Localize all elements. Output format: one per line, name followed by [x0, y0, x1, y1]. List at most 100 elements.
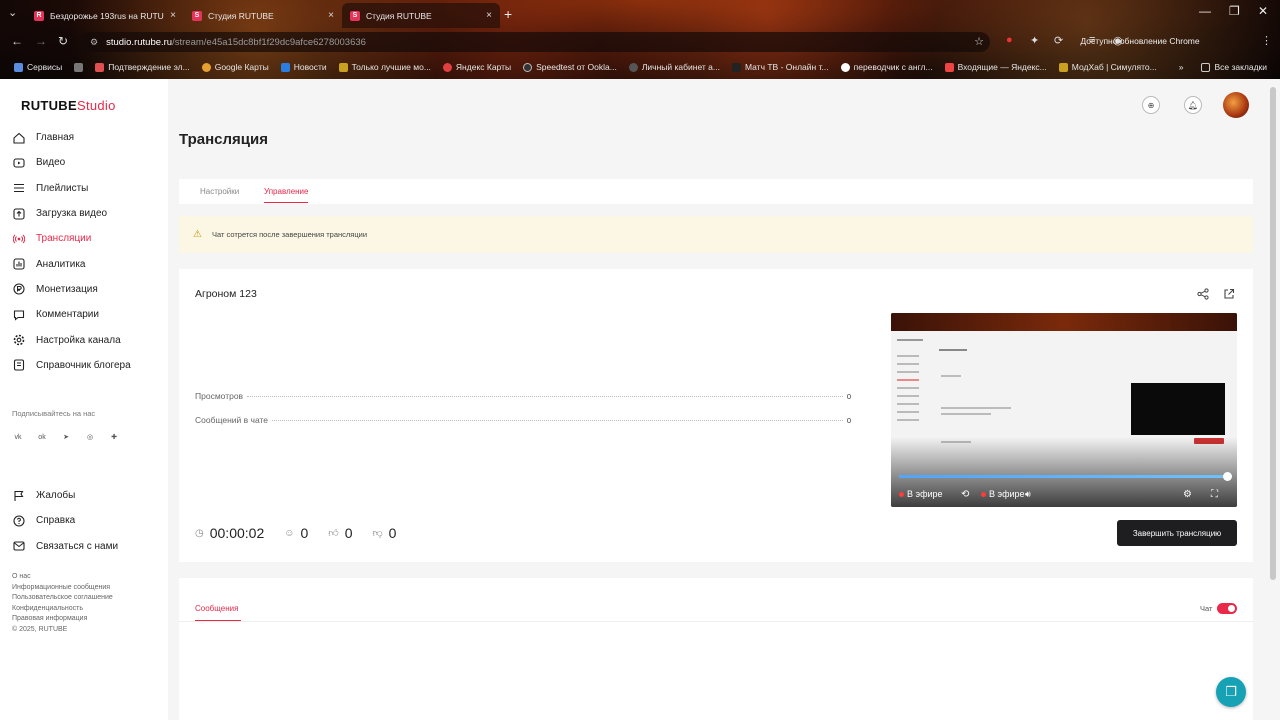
rutube-studio-logo[interactable]: RUTUBEStudio [21, 98, 116, 113]
bookmark-item[interactable]: Матч ТВ - Онлайн т... [726, 62, 835, 72]
mail-icon [944, 62, 954, 72]
sidebar-item-playlists[interactable]: Плейлисты [12, 176, 162, 201]
browser-tab-active[interactable]: S Студия RUTUBE × [342, 3, 500, 28]
address-bar[interactable]: ⚙ studio.rutube.ru/stream/e45a15dc8bf1f2… [80, 32, 990, 52]
minimize-icon[interactable]: — [1199, 4, 1211, 18]
upload-header-icon[interactable]: ⊕ [1142, 96, 1160, 114]
bookmark-item[interactable] [68, 62, 89, 72]
home-icon [12, 131, 26, 145]
bookmark-item[interactable]: Только лучшие мо... [333, 62, 437, 72]
sidebar-item-channel-settings[interactable]: Настройка канала [12, 327, 162, 352]
bookmark-favicon-icon [338, 62, 348, 72]
bookmark-item[interactable]: Входящие — Яндекс... [939, 62, 1053, 72]
close-window-icon[interactable]: ✕ [1258, 4, 1268, 18]
ok-icon[interactable]: ok [36, 431, 48, 443]
bookmark-star-icon[interactable]: ☆ [974, 35, 984, 48]
maximize-icon[interactable]: ❐ [1229, 4, 1240, 18]
viber-icon[interactable]: ◎ [84, 431, 96, 443]
bookmark-item[interactable]: МодХаб | Симулято... [1053, 62, 1163, 72]
speedtest-icon [523, 62, 533, 72]
vk-icon[interactable]: vk [12, 431, 24, 443]
tab-management[interactable]: Управление [264, 187, 309, 203]
bookmark-item[interactable]: переводчик с англ... [835, 62, 939, 72]
live-dot-icon [981, 491, 986, 497]
tab-settings[interactable]: Настройки [200, 187, 239, 196]
bookmark-item[interactable]: Новости [275, 62, 333, 72]
bookmarks-bar: Сервисы Подтверждение эл... Google Карты… [0, 58, 1280, 76]
settings-icon [12, 333, 26, 347]
new-tab-icon[interactable]: + [504, 6, 512, 22]
forward-icon[interactable]: → [35, 34, 47, 48]
extension-icon[interactable]: ✦ [1030, 34, 1039, 47]
open-external-icon[interactable] [1223, 288, 1235, 303]
support-chat-button[interactable]: ❐ [1216, 677, 1246, 707]
help-icon [12, 514, 26, 528]
sidebar-item-comments[interactable]: Комментарии [12, 302, 162, 327]
stat-leader-dots [247, 396, 843, 397]
close-tab-icon[interactable]: × [328, 10, 334, 21]
sidebar-item-complaints[interactable]: Жалобы [12, 483, 162, 508]
progress-knob[interactable] [1223, 472, 1232, 481]
fullscreen-icon[interactable]: ⛶ [1211, 489, 1218, 500]
chat-toggle[interactable] [1217, 603, 1237, 614]
close-tab-icon[interactable]: × [486, 10, 492, 21]
share-icon[interactable] [1197, 288, 1209, 303]
back-icon[interactable]: ← [11, 34, 23, 48]
mail-icon [12, 539, 26, 553]
sidebar-item-video[interactable]: Видео [12, 150, 162, 175]
tab-messages[interactable]: Сообщения [195, 604, 242, 621]
footer-link-privacy[interactable]: Конфиденциальность [12, 604, 113, 615]
footer-link-terms[interactable]: Пользовательское соглашение [12, 593, 113, 604]
replay-icon[interactable]: ⟲ [961, 489, 969, 500]
sidebar-item-upload[interactable]: Загрузка видео [12, 201, 162, 226]
volume-icon[interactable]: 🔊︎ [1025, 489, 1031, 500]
browser-tab[interactable]: S Студия RUTUBE × [184, 3, 342, 28]
close-tab-icon[interactable]: × [170, 10, 176, 21]
reload-icon[interactable]: ↻ [58, 34, 68, 48]
footer-link-legal[interactable]: Правовая информация [12, 614, 113, 625]
sidebar-item-blogger-guide[interactable]: Справочник блогера [12, 353, 162, 378]
maps-pin-icon [201, 62, 211, 72]
tab-title: Студия RUTUBE [208, 10, 274, 21]
extension-icon[interactable]: ● [1006, 34, 1013, 46]
vk-icon [280, 62, 290, 72]
sidebar-item-monetization[interactable]: Монетизация [12, 277, 162, 302]
plus-icon[interactable]: ✚ [108, 431, 120, 443]
sidebar-item-broadcasts[interactable]: Трансляции [12, 226, 162, 251]
end-stream-button[interactable]: Завершить трансляцию [1117, 520, 1237, 546]
sidebar-nav: Главная Видео Плейлисты Загрузка видео Т… [12, 125, 162, 378]
sidebar-item-home[interactable]: Главная [12, 125, 162, 150]
bookmark-item[interactable]: Яндекс Карты [437, 62, 517, 72]
notifications-bell-icon[interactable]: 🔔︎ [1184, 96, 1202, 114]
all-bookmarks[interactable]: Все закладки [1195, 62, 1273, 72]
footer-link-info[interactable]: Информационные сообщения [12, 583, 113, 594]
page-scrollbar[interactable] [1270, 87, 1276, 580]
sidebar-item-help[interactable]: Справка [12, 508, 162, 533]
extension-icon[interactable]: ⟳ [1054, 34, 1063, 47]
browser-tab[interactable]: R Бездорожье 193rus на RUTUBE × [26, 3, 184, 28]
avatar[interactable] [1223, 92, 1249, 118]
viewers-counter: ☺ 0 [284, 525, 309, 541]
telegram-icon[interactable]: ➤ [60, 431, 72, 443]
bookmark-item[interactable]: Подтверждение эл... [89, 62, 195, 72]
footer-link-about[interactable]: О нас [12, 572, 113, 583]
live-indicator[interactable]: В эфире [981, 489, 1025, 499]
player-settings-icon[interactable]: ⚙ [1183, 489, 1192, 500]
stream-preview-player[interactable]: В эфире ⟲ В эфире 🔊︎ ⚙ ⛶ [891, 313, 1237, 507]
bookmark-item[interactable]: Сервисы [0, 62, 68, 72]
sidebar-item-label: Монетизация [36, 283, 98, 295]
bookmark-item[interactable]: Google Карты [196, 62, 275, 72]
more-bookmarks-icon[interactable]: » [1173, 62, 1190, 72]
tab-search-icon[interactable]: ⌄ [8, 6, 17, 19]
stat-chat-messages: Сообщений в чате 0 [195, 415, 851, 425]
sidebar-item-contact[interactable]: Связаться с нами [12, 534, 162, 559]
bookmark-item[interactable]: Личный кабинет а... [623, 62, 726, 72]
site-info-icon[interactable]: ⚙ [90, 37, 98, 48]
sidebar-item-analytics[interactable]: Аналитика [12, 251, 162, 276]
bookmark-favicon-icon [95, 62, 105, 72]
rutube-favicon-icon: R [34, 10, 44, 21]
chrome-menu-icon[interactable]: ⋮ [1261, 34, 1272, 47]
chrome-update-button[interactable]: Доступно обновление Chrome [1080, 36, 1199, 46]
bookmark-item[interactable]: Speedtest от Ookla... [517, 62, 623, 72]
player-progress-bar[interactable] [899, 472, 1232, 481]
